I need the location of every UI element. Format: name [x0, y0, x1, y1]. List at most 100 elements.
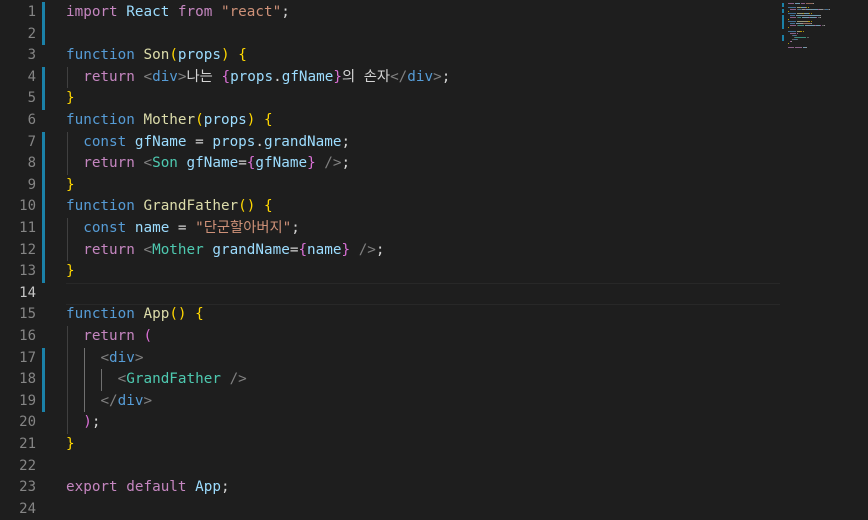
line-number: 12	[19, 241, 36, 258]
code-token: Son	[152, 155, 178, 172]
code-token: props	[203, 112, 247, 128]
code-token: )	[220, 47, 230, 64]
code-line[interactable]: export default App;	[66, 477, 230, 499]
code-editor[interactable]: import React from "react"; function Son(p…	[66, 0, 780, 517]
code-token: props	[230, 68, 274, 85]
minimap-token	[797, 33, 798, 34]
code-token: ;	[281, 4, 290, 20]
code-token: }	[66, 176, 75, 193]
code-token: />	[358, 241, 376, 258]
line-number: 6	[27, 112, 36, 128]
code-line[interactable]: <GrandFather />	[66, 369, 247, 391]
code-line[interactable]: function App() {	[66, 304, 204, 326]
git-modified-bar	[42, 2, 45, 46]
code-token: App	[143, 306, 170, 323]
code-token: function	[66, 112, 135, 128]
code-line[interactable]: }	[66, 434, 75, 456]
line-number: 23	[19, 479, 36, 496]
code-token: >	[177, 68, 187, 85]
code-token: }	[333, 68, 342, 85]
code-token: />	[229, 371, 247, 388]
line-number: 5	[27, 90, 36, 107]
code-line[interactable]: }	[66, 88, 75, 110]
code-token: div	[117, 392, 144, 409]
code-token: name	[307, 241, 342, 258]
code-token: function	[66, 47, 135, 64]
code-token: gfName	[186, 155, 239, 172]
code-line[interactable]: </div>	[66, 391, 152, 413]
minimap-token	[811, 23, 812, 24]
minimap-token	[795, 37, 806, 38]
code-line[interactable]: const gfName = props.grandName;	[66, 132, 350, 154]
code-line[interactable]: return (	[66, 326, 152, 348]
code-token: </	[100, 392, 118, 409]
minimap-token	[788, 13, 796, 14]
code-token: }	[341, 241, 351, 258]
line-number: 16	[19, 328, 36, 344]
code-line[interactable]: import React from "react";	[66, 2, 290, 24]
minimap-token	[788, 3, 794, 4]
code-line[interactable]: return <Son gfName={gfName} />;	[66, 153, 350, 175]
code-token: {	[238, 47, 247, 64]
code-line[interactable]: function GrandFather() {	[66, 196, 273, 218]
minimap-token	[813, 3, 814, 4]
code-token: (	[169, 47, 178, 64]
minimap-git-bar	[782, 3, 784, 7]
code-line[interactable]: const name = "단군할아버지";	[66, 218, 300, 240]
code-token: ()	[169, 306, 187, 323]
line-number: 19	[19, 392, 36, 409]
code-token: <	[143, 241, 153, 258]
minimap-token	[809, 13, 810, 14]
line-number: 15	[19, 306, 36, 323]
code-token: }	[66, 263, 75, 280]
minimap[interactable]	[782, 0, 868, 517]
code-line[interactable]: <div>	[66, 348, 143, 370]
code-token: gfName	[134, 133, 187, 150]
minimap-token	[806, 47, 807, 48]
minimap-token	[811, 15, 820, 16]
code-token: =	[186, 133, 213, 150]
minimap-token	[790, 15, 795, 16]
minimap-token	[798, 17, 801, 18]
code-line[interactable]: return <div>나는 {props.gfName}의 손자</div>;	[66, 67, 450, 89]
minimap-token	[806, 7, 807, 8]
git-modified-bar	[42, 66, 45, 110]
minimap-token	[798, 25, 804, 26]
code-line[interactable]: function Mother(props) {	[66, 110, 273, 132]
minimap-git-bar	[782, 15, 784, 29]
code-line[interactable]: function Son(props) {	[66, 45, 247, 67]
line-number: 9	[27, 176, 36, 193]
code-token: div	[152, 68, 178, 85]
code-token: function	[66, 198, 135, 215]
minimap-token	[805, 25, 814, 26]
code-token: {	[264, 198, 273, 215]
line-number-gutter[interactable]: 1 2 3 4 5 6 7 8 9 10 11 12 13 14 15 16 17 18 19 20 21 22 23 24	[0, 0, 60, 517]
code-token: from	[177, 4, 213, 20]
code-token: >	[134, 349, 144, 366]
minimap-token	[800, 31, 802, 32]
minimap-token	[788, 27, 789, 28]
code-token: ;	[441, 68, 451, 85]
code-token: "react"	[220, 4, 282, 20]
code-token: const	[83, 220, 127, 236]
code-token: ;	[341, 133, 351, 150]
code-line[interactable]: return <Mother grandName={name} />;	[66, 240, 384, 262]
code-token: {	[298, 241, 308, 258]
minimap-token	[797, 39, 798, 40]
line-number: 1	[27, 4, 36, 20]
code-line[interactable]: }	[66, 261, 75, 283]
code-line[interactable]: );	[66, 412, 100, 434]
line-number: 8	[27, 155, 36, 172]
code-token: Son	[143, 47, 170, 64]
code-token: function	[66, 306, 135, 323]
code-line[interactable]: }	[66, 175, 75, 197]
minimap-token	[788, 31, 796, 32]
